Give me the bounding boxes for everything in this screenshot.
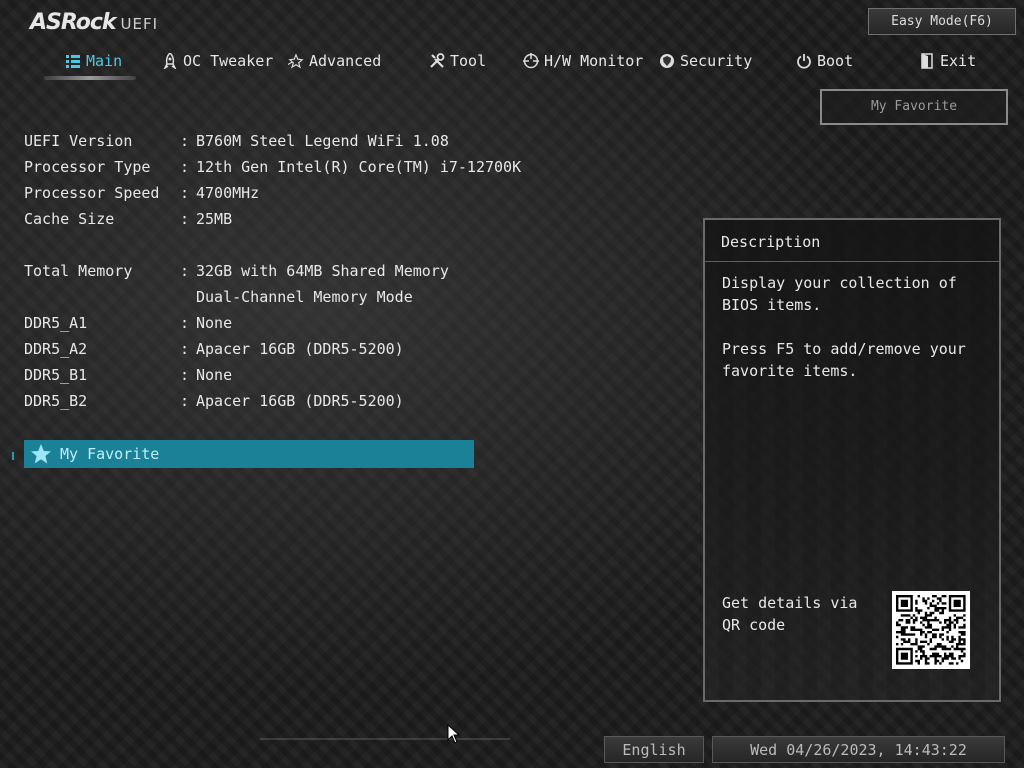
qr-code bbox=[892, 591, 970, 669]
tools-icon bbox=[429, 53, 445, 69]
crosshair-icon bbox=[523, 53, 539, 69]
star-icon bbox=[30, 443, 52, 465]
exit-door-icon bbox=[919, 53, 935, 69]
tab-tool[interactable]: Tool bbox=[429, 48, 486, 74]
decorative-line bbox=[259, 738, 511, 740]
description-body: Display your collection of BIOS items. P… bbox=[722, 272, 987, 404]
total-memory-label: Total Memory bbox=[24, 262, 133, 280]
ddr5-a1-value: None bbox=[196, 314, 233, 332]
shield-icon bbox=[659, 53, 675, 69]
qr-label: Get details via QR code bbox=[722, 594, 858, 634]
power-icon bbox=[796, 53, 812, 69]
easy-mode-button[interactable]: Easy Mode(F6) bbox=[868, 8, 1016, 35]
language-button[interactable]: English bbox=[604, 736, 704, 763]
tab-oc-tweaker-label: OC Tweaker bbox=[183, 52, 274, 70]
tab-advanced-label: Advanced bbox=[309, 52, 382, 70]
processor-speed-value: 4700MHz bbox=[196, 184, 260, 202]
logo-brand-text: ASRock bbox=[30, 10, 117, 35]
mouse-cursor-icon bbox=[447, 723, 461, 748]
ddr5-b1-label: DDR5_B1 bbox=[24, 366, 88, 384]
date-time-display: Wed 04/26/2023, 14:43:22 bbox=[712, 736, 1005, 763]
tab-hw-monitor[interactable]: H/W Monitor bbox=[523, 48, 643, 74]
my-favorite-item-label: My Favorite bbox=[60, 445, 160, 463]
tab-exit[interactable]: Exit bbox=[919, 48, 976, 74]
separator: : bbox=[180, 314, 190, 332]
ddr5-b2-value: Apacer 16GB (DDR5-5200) bbox=[196, 392, 404, 410]
processor-type-value: 12th Gen Intel(R) Core(TM) i7-12700K bbox=[196, 158, 522, 176]
my-favorite-button[interactable]: My Favorite bbox=[820, 89, 1008, 125]
tab-oc-tweaker[interactable]: OC Tweaker bbox=[162, 48, 273, 74]
logo-suffix-text: UEFI bbox=[120, 15, 159, 33]
memory-mode-value: Dual-Channel Memory Mode bbox=[196, 288, 413, 306]
ddr5-a1-label: DDR5_A1 bbox=[24, 314, 88, 332]
cache-size-value: 25MB bbox=[196, 210, 233, 228]
tab-advanced[interactable]: Advanced bbox=[288, 48, 381, 74]
tab-boot-label: Boot bbox=[817, 52, 854, 70]
tab-security[interactable]: Security bbox=[659, 48, 752, 74]
my-favorite-menu-item[interactable]: My Favorite bbox=[24, 440, 474, 468]
uefi-version-value: B760M Steel Legend WiFi 1.08 bbox=[196, 132, 449, 150]
separator: : bbox=[180, 392, 190, 410]
description-title: Description bbox=[705, 220, 999, 262]
separator: : bbox=[180, 158, 190, 176]
tab-main-label: Main bbox=[86, 52, 123, 70]
total-memory-value: 32GB with 64MB Shared Memory bbox=[196, 262, 449, 280]
ddr5-b2-label: DDR5_B2 bbox=[24, 392, 88, 410]
cache-size-label: Cache Size bbox=[24, 210, 115, 228]
ddr5-b1-value: None bbox=[196, 366, 233, 384]
selection-marker bbox=[12, 452, 14, 460]
tab-main[interactable]: Main bbox=[65, 48, 122, 74]
processor-speed-label: Processor Speed bbox=[24, 184, 160, 202]
separator: : bbox=[180, 366, 190, 384]
description-panel: Description Display your collection of B… bbox=[703, 218, 1001, 702]
list-icon bbox=[65, 53, 81, 69]
separator: : bbox=[180, 340, 190, 358]
separator: : bbox=[180, 184, 190, 202]
processor-type-label: Processor Type bbox=[24, 158, 151, 176]
asrock-logo: ASRock UEFI bbox=[30, 10, 158, 36]
tab-hw-monitor-label: H/W Monitor bbox=[544, 52, 644, 70]
separator: : bbox=[180, 132, 190, 150]
active-tab-indicator bbox=[44, 76, 136, 80]
description-line-2: Press F5 to add/remove your favorite ite… bbox=[722, 340, 966, 380]
tab-security-label: Security bbox=[680, 52, 753, 70]
tab-boot[interactable]: Boot bbox=[796, 48, 853, 74]
tab-exit-label: Exit bbox=[940, 52, 977, 70]
uefi-version-label: UEFI Version bbox=[24, 132, 133, 150]
rocket-icon bbox=[162, 53, 178, 69]
ddr5-a2-label: DDR5_A2 bbox=[24, 340, 88, 358]
description-line-1: Display your collection of BIOS items. bbox=[722, 274, 957, 314]
ddr5-a2-value: Apacer 16GB (DDR5-5200) bbox=[196, 340, 404, 358]
main-nav: Main OC Tweaker Advanced Tool H/W Monito… bbox=[0, 48, 1024, 80]
tab-tool-label: Tool bbox=[450, 52, 487, 70]
separator: : bbox=[180, 262, 190, 280]
separator: : bbox=[180, 210, 190, 228]
star-outline-icon bbox=[288, 53, 304, 69]
